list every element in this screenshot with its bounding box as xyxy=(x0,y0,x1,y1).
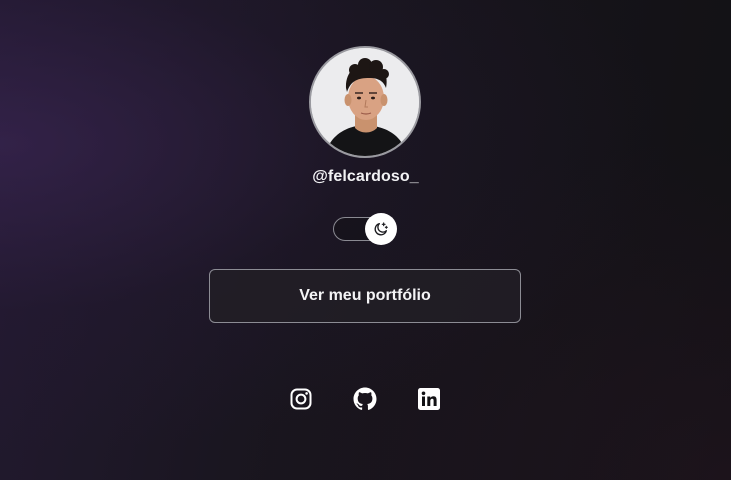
profile-photo xyxy=(311,48,419,156)
moon-stars-icon xyxy=(374,222,388,236)
instagram-icon xyxy=(290,388,312,410)
toggle-knob[interactable] xyxy=(365,213,397,245)
instagram-link[interactable] xyxy=(289,387,313,411)
theme-toggle[interactable] xyxy=(333,213,397,245)
github-icon xyxy=(353,387,377,410)
github-link[interactable] xyxy=(353,387,377,411)
portfolio-button[interactable]: Ver meu portfólio xyxy=(209,269,521,323)
linkedin-icon xyxy=(418,388,440,410)
username: @felcardoso_ xyxy=(312,168,419,185)
avatar xyxy=(309,46,421,158)
linkedin-link[interactable] xyxy=(417,387,441,411)
